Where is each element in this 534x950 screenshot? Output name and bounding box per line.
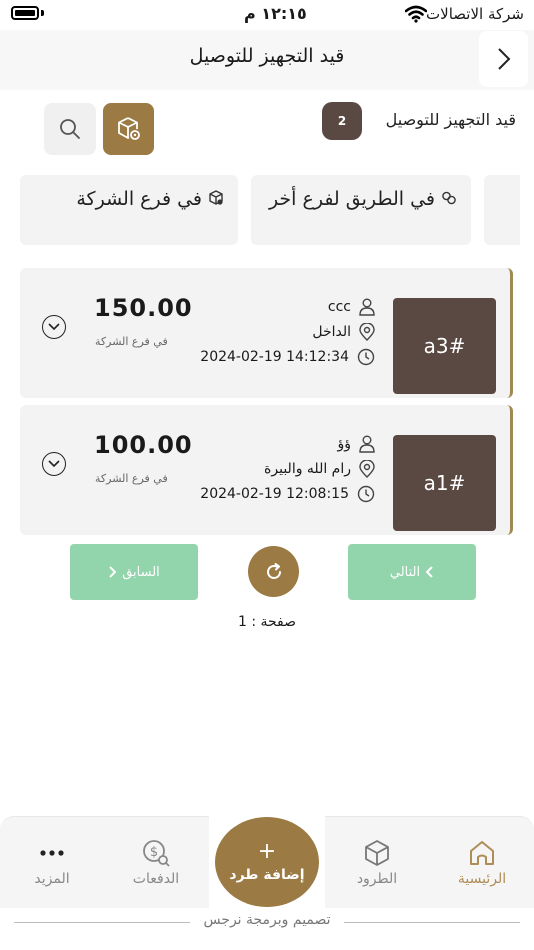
order-datetime-line: 2024-02-19 14:12:34 [200, 348, 375, 366]
page-number: صفحة : 1 [237, 614, 297, 630]
expand-button[interactable] [42, 452, 66, 476]
package-icon [208, 189, 224, 211]
tab-on-the-way[interactable]: في الطريق لفرع أخر [251, 175, 471, 245]
carrier-name: شركة الاتصالات [426, 5, 524, 23]
status-bar: ١٢:١٥ م شركة الاتصالات [0, 0, 534, 30]
order-name: ؤؤ [337, 436, 351, 452]
previous-page-button[interactable]: السابق [70, 544, 198, 600]
nav-more-label: المزيد [34, 871, 70, 887]
user-icon [359, 298, 375, 316]
search-icon [60, 119, 80, 139]
order-amount-status: في فرع الشركة [95, 335, 168, 348]
clock-icon [357, 485, 375, 503]
order-datetime: 2024-02-19 14:12:34 [200, 349, 349, 365]
clock-icon [357, 348, 375, 366]
nav-payments[interactable]: $ الدفعات [106, 817, 206, 909]
chevron-down-icon [48, 460, 60, 468]
footer-credit: تصميم وبرمجة نرجس [190, 912, 344, 928]
nav-more[interactable]: المزيد [2, 817, 102, 909]
chevron-right-icon [497, 48, 510, 70]
tab-label: في الطريق لفرع أخر [268, 188, 435, 210]
wifi-icon [405, 5, 427, 23]
back-button[interactable] [479, 31, 528, 87]
order-location-line: رام الله والبيرة [264, 460, 375, 478]
chevron-left-icon [426, 566, 433, 578]
order-location: الداخل [312, 324, 351, 340]
order-card[interactable]: a3# ccc الداخل 2024-02-19 14:12:34 150.0… [20, 268, 513, 398]
order-location-line: الداخل [312, 323, 375, 341]
refresh-icon [266, 562, 281, 579]
battery-nub [41, 10, 44, 16]
search-button[interactable] [44, 103, 96, 155]
nav-home[interactable]: الرئيسية [432, 817, 532, 909]
payments-icon: $ [143, 840, 170, 867]
plus-icon: + [257, 839, 277, 864]
order-amount-status: في فرع الشركة [95, 472, 168, 485]
order-name: ccc [327, 299, 351, 315]
count-badge: 2 [322, 102, 362, 140]
chevron-right-icon [109, 566, 117, 578]
previous-page-label: السابق [122, 564, 160, 580]
add-parcel-button[interactable]: + إضافة طرد [215, 817, 319, 907]
order-name-line: ccc [328, 298, 375, 316]
order-name-line: ؤؤ [337, 435, 375, 453]
box-icon [365, 840, 389, 866]
location-pin-icon [359, 460, 375, 478]
nav-parcels[interactable]: الطرود [327, 817, 427, 909]
status-time: ١٢:١٥ م [244, 4, 307, 23]
expand-button[interactable] [42, 315, 66, 339]
page-title: قيد التجهيز للتوصيل [189, 45, 345, 67]
order-amount: 100.00 [94, 431, 193, 459]
order-id: a1# [393, 435, 496, 531]
app-header: قيد التجهيز للتوصيل [0, 30, 534, 90]
order-location: رام الله والبيرة [264, 461, 351, 477]
package-filter-button[interactable] [103, 103, 154, 155]
svg-text:$: $ [150, 845, 158, 860]
order-datetime-line: 2024-02-19 12:08:15 [200, 485, 375, 503]
location-pin-icon [359, 323, 375, 341]
add-parcel-label: إضافة طرد [229, 867, 305, 883]
link-icon [441, 189, 457, 211]
order-datetime: 2024-02-19 12:08:15 [200, 486, 349, 502]
more-icon [40, 850, 64, 856]
order-amount: 150.00 [94, 294, 193, 322]
chevron-down-icon [48, 323, 60, 331]
tab-label: في فرع الشركة [76, 188, 202, 210]
user-icon [359, 435, 375, 453]
nav-payments-label: الدفعات [132, 871, 180, 887]
tab-in-company-branch[interactable]: في فرع الشركة [20, 175, 238, 245]
summary-label: قيد التجهيز للتوصيل [385, 110, 516, 129]
order-card[interactable]: a1# ؤؤ رام الله والبيرة 2024-02-19 12:08… [20, 405, 513, 535]
order-id: a3# [393, 298, 496, 394]
next-page-button[interactable]: التالي [348, 544, 476, 600]
package-settings-icon [117, 117, 140, 140]
battery-icon [11, 6, 39, 20]
nav-parcels-label: الطرود [356, 871, 398, 887]
nav-home-label: الرئيسية [457, 871, 507, 887]
next-page-label: التالي [389, 564, 421, 580]
refresh-button[interactable] [248, 546, 299, 597]
home-icon [470, 841, 494, 865]
tab-more[interactable] [484, 175, 520, 245]
